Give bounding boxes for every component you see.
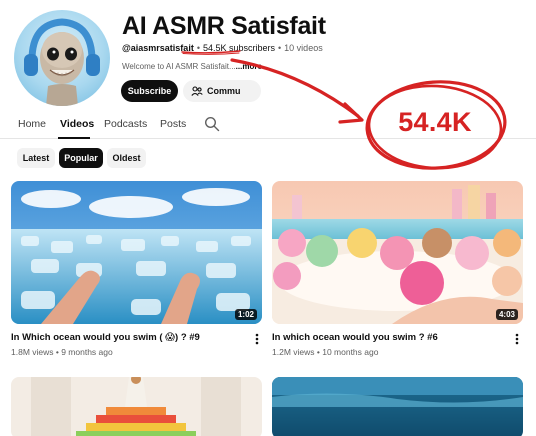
video-duration: 4:03 xyxy=(495,309,518,320)
tab-videos[interactable]: Videos xyxy=(60,118,94,130)
alien-avatar-image xyxy=(24,18,100,106)
filter-chip-oldest[interactable]: Oldest xyxy=(107,148,146,168)
video-count: 10 videos xyxy=(284,43,323,53)
filter-chip-latest[interactable]: Latest xyxy=(17,148,55,168)
subscribe-button[interactable]: Subscribe xyxy=(121,80,178,102)
video-meta: 1.8M views • 9 months ago xyxy=(11,347,113,357)
active-tab-indicator xyxy=(58,137,90,139)
annotation-subscriber-count: 54.4K xyxy=(398,107,472,137)
more-link[interactable]: ...more xyxy=(236,62,262,71)
video-meta: 1.2M views • 10 months ago xyxy=(272,347,379,357)
channel-meta: @aiasmrsatisfait • 54.5K subscribers • 10 vi… xyxy=(122,43,323,53)
video-thumbnail[interactable]: 4:03 xyxy=(272,181,523,324)
video-title[interactable]: In Which ocean would you swim ( 😱) ? #9 xyxy=(11,332,200,343)
video-thumbnail[interactable]: 1:02 xyxy=(11,181,262,324)
ocean-ice-thumbnail-image xyxy=(11,181,262,324)
meta-separator: • xyxy=(196,43,200,53)
ocean-thumbnail-image xyxy=(272,377,523,436)
community-icon xyxy=(191,86,203,96)
meta-separator: • xyxy=(278,43,282,53)
tab-podcasts[interactable]: Podcasts xyxy=(104,118,147,130)
channel-handle: @aiasmrsatisfait xyxy=(122,43,194,53)
video-title[interactable]: In which ocean would you swim ? #6 xyxy=(272,332,438,343)
community-label: Commu xyxy=(207,86,241,96)
video-thumbnail[interactable] xyxy=(11,377,262,436)
channel-name: AI ASMR Satisfait xyxy=(122,12,326,40)
gummy-stairs-thumbnail-image xyxy=(11,377,262,436)
description-text: Welcome to AI ASMR Satisfait... xyxy=(122,62,236,71)
channel-description[interactable]: Welcome to AI ASMR Satisfait......more xyxy=(122,62,262,71)
search-icon[interactable] xyxy=(204,116,220,132)
tab-posts[interactable]: Posts xyxy=(160,118,186,130)
more-vert-icon[interactable] xyxy=(515,333,519,345)
channel-avatar[interactable] xyxy=(14,10,110,106)
more-vert-icon[interactable] xyxy=(255,333,259,345)
subscriber-count: 54.5K subscribers xyxy=(202,43,276,53)
video-duration: 1:02 xyxy=(234,309,257,320)
community-button[interactable]: Commu xyxy=(183,80,261,102)
video-thumbnail[interactable] xyxy=(272,377,523,436)
filter-chip-popular[interactable]: Popular xyxy=(59,148,103,168)
tab-home[interactable]: Home xyxy=(18,118,46,130)
ice-cream-beach-thumbnail-image xyxy=(272,181,523,324)
